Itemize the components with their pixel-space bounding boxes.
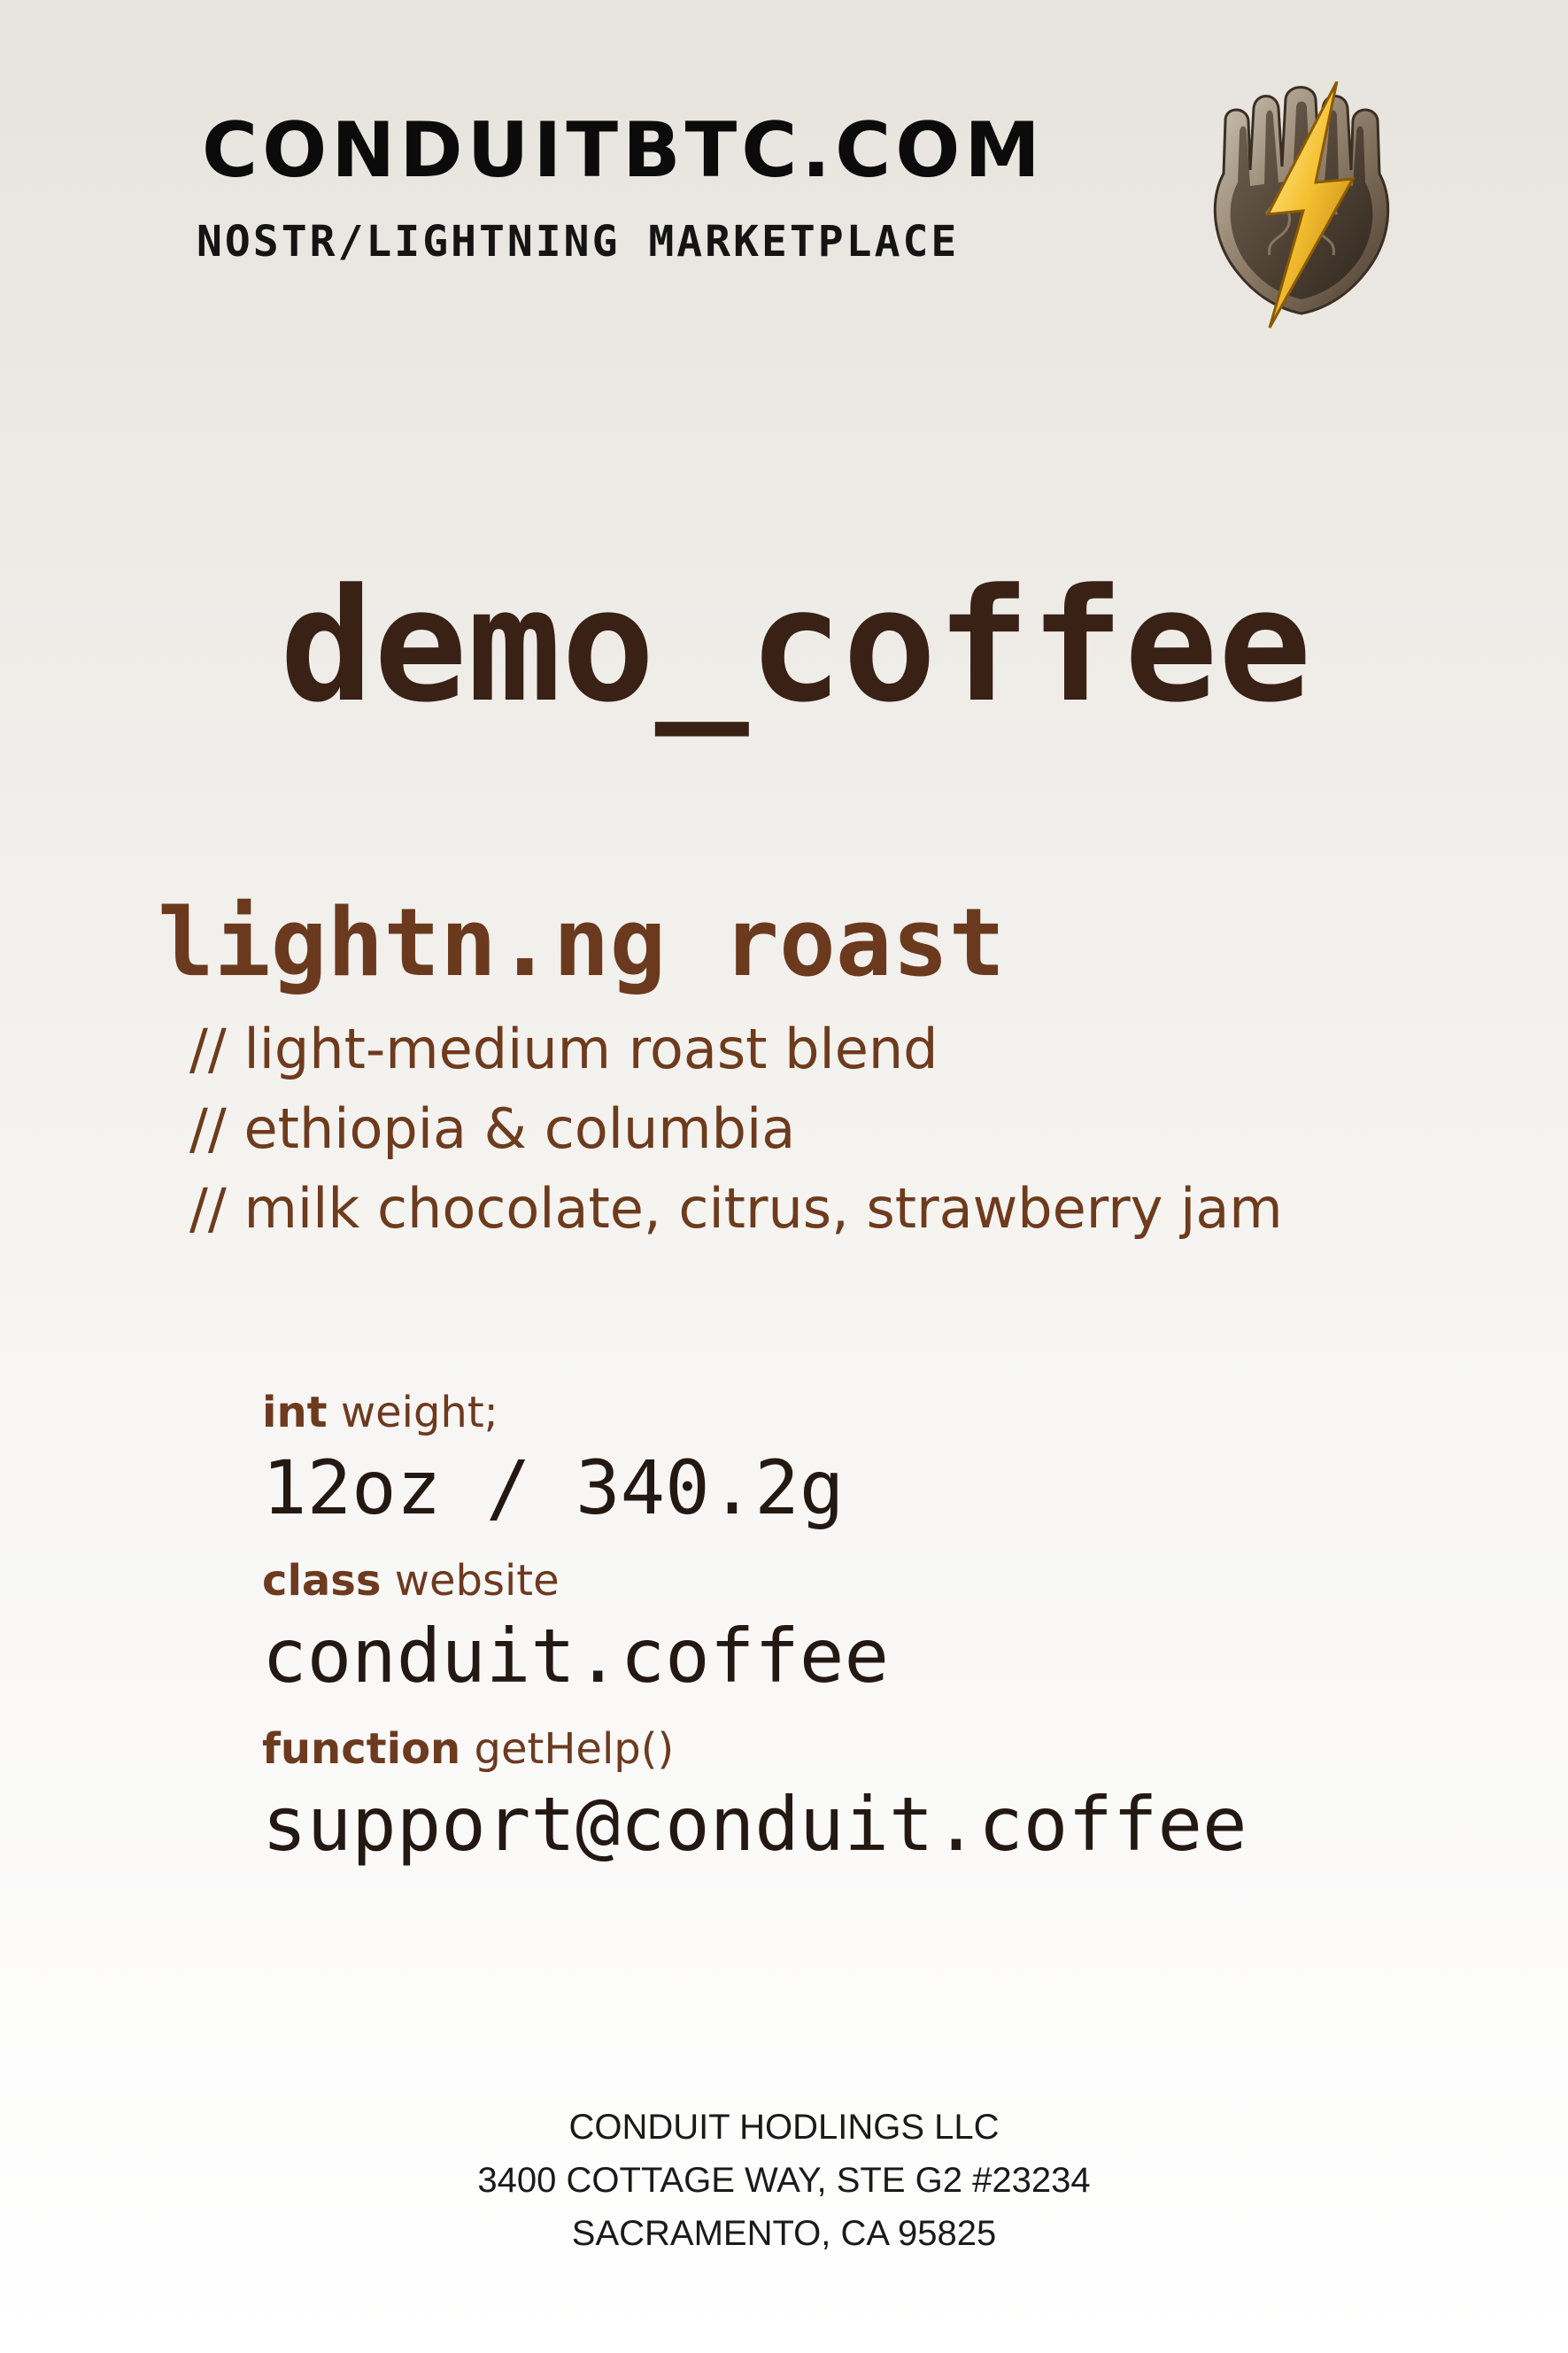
product-name: demo_coffee [280, 555, 1312, 737]
spec-weight: int weight; 12oz / 340.2g [262, 1386, 844, 1536]
spec-help: function getHelp() support@conduit.coffe… [262, 1722, 1247, 1873]
spec-website-label: class website [262, 1554, 889, 1607]
spec-help-keyword: function [262, 1724, 461, 1774]
brand-subtitle: NOSTR/LIGHTNING MARKETPLACE [197, 217, 960, 267]
spec-weight-label: int weight; [262, 1386, 844, 1439]
roast-note: // milk chocolate, citrus, strawberry ja… [189, 1176, 1283, 1241]
spec-help-identifier: getHelp() [460, 1724, 675, 1774]
roast-notes: // light-medium roast blend // ethiopia … [189, 1010, 1283, 1249]
footer-company: CONDUIT HODLINGS LLC [568, 2108, 1000, 2147]
roast-note: // light-medium roast blend [189, 1017, 938, 1081]
spec-weight-identifier: weight; [327, 1388, 498, 1437]
footer-street: 3400 COTTAGE WAY, STE G2 #23234 [477, 2161, 1091, 2200]
spec-website-keyword: class [262, 1556, 382, 1606]
coffee-label: CONDUITBTC.COM NOSTR/LIGHTNING MARKETPLA… [0, 0, 1568, 2353]
spec-website: class website conduit.coffee [262, 1554, 889, 1705]
roast-note: // ethiopia & columbia [189, 1096, 796, 1161]
brand-title: CONDUITBTC.COM [202, 106, 1045, 195]
spec-website-value: conduit.coffee [262, 1613, 890, 1699]
spec-weight-keyword: int [262, 1388, 328, 1437]
roast-title: lightn.ng roast [158, 888, 1006, 997]
spec-weight-value: 12oz / 340.2g [262, 1444, 845, 1531]
spec-help-value: support@conduit.coffee [262, 1781, 1247, 1868]
footer-city: SACRAMENTO, CA 95825 [571, 2214, 997, 2253]
footer-address: CONDUIT HODLINGS LLC 3400 COTTAGE WAY, S… [0, 2101, 1568, 2260]
spec-website-identifier: website [381, 1556, 560, 1606]
hamsa-lightning-icon [1213, 81, 1390, 329]
spec-help-label: function getHelp() [262, 1722, 1247, 1776]
